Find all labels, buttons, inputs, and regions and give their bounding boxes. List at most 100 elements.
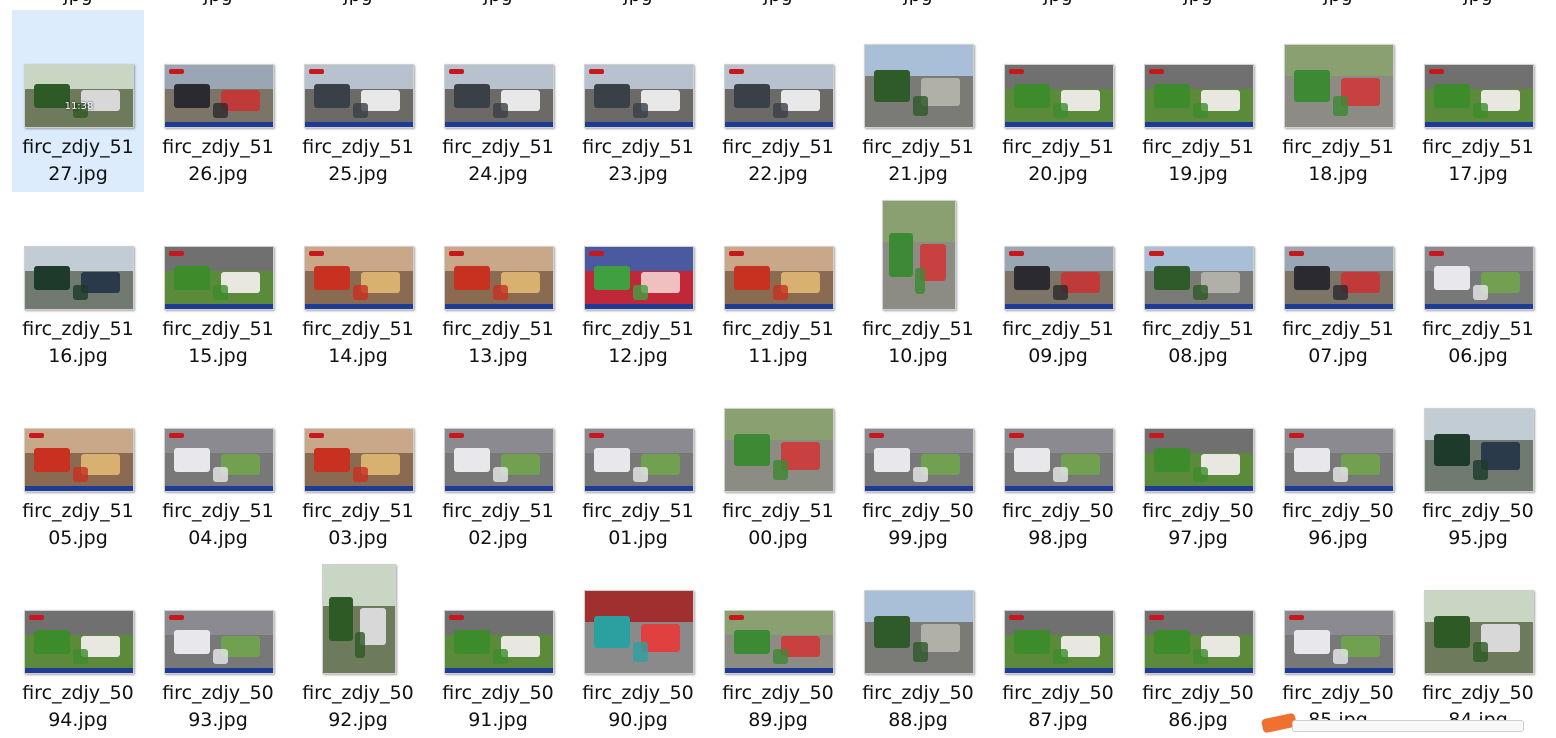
file-name-line1: firc_zdjy_51 — [162, 500, 274, 522]
file-name-line2: 01.jpg — [608, 527, 668, 549]
file-item[interactable]: firc_zdjy_5084.jpg — [1412, 556, 1544, 738]
image-thumbnail — [444, 64, 554, 128]
file-name-line2: 16.jpg — [48, 345, 108, 367]
file-item[interactable]: firc_zdjy_50 95.jpg — [1412, 374, 1544, 556]
file-item[interactable]: firc_zdjy_50 89.jpg — [712, 556, 844, 738]
file-item[interactable]: firc_zdjy_51 08.jpg — [1132, 192, 1264, 374]
thumbnail-box — [12, 556, 144, 680]
file-name-label: firc_zdjy_51 17.jpg — [1412, 134, 1544, 188]
file-name-label: firc_zdjy_51 27.jpg — [12, 134, 144, 188]
thumbnail-box — [292, 556, 424, 680]
file-item[interactable]: firc_zdjy_50 99.jpg — [852, 374, 984, 556]
file-item[interactable]: firc_zdjy_51 04.jpg — [152, 374, 284, 556]
file-name-label: firc_zdjy_51 11.jpg — [712, 316, 844, 370]
thumbnail-box — [152, 374, 284, 498]
file-item[interactable]: firc_zdjy_51 24.jpg — [432, 10, 564, 192]
file-item[interactable]: firc_zdjy_50 91.jpg — [432, 556, 564, 738]
thumbnail-box — [12, 192, 144, 316]
file-name-line1: firc_zdjy_51 — [302, 500, 414, 522]
file-item[interactable]: firc_zdjy_51 07.jpg — [1272, 192, 1404, 374]
prev-row-label: jpg — [572, 0, 704, 6]
prev-row-label: jpg — [432, 0, 564, 6]
image-thumbnail — [304, 428, 414, 492]
file-name-line1: firc_zdjy_51 — [442, 318, 554, 340]
file-name-line2: 20.jpg — [1028, 163, 1088, 185]
file-name-line2: 93.jpg — [188, 709, 248, 731]
image-thumbnail — [584, 428, 694, 492]
thumbnail-box — [1132, 192, 1264, 316]
file-name-line2: 08.jpg — [1168, 345, 1228, 367]
file-name-line1: firc_zdjy_50 — [722, 682, 834, 704]
file-item[interactable]: firc_zdjy_50 88.jpg — [852, 556, 984, 738]
file-item[interactable]: firc_zdjy_51 20.jpg — [992, 10, 1124, 192]
thumbnail-box — [992, 192, 1124, 316]
file-item[interactable]: firc_zdjy_50 93.jpg — [152, 556, 284, 738]
file-item[interactable]: firc_zdjy_51 00.jpg — [712, 374, 844, 556]
file-name-line1: firc_zdjy_51 — [162, 136, 274, 158]
file-name-line2: 09.jpg — [1028, 345, 1088, 367]
file-name-label: firc_zdjy_51 03.jpg — [292, 498, 424, 552]
file-item[interactable]: firc_zdjy_51 14.jpg — [292, 192, 424, 374]
file-item[interactable]: firc_zdjy_50 97.jpg — [1132, 374, 1264, 556]
file-item[interactable]: firc_zdjy_51 19.jpg — [1132, 10, 1264, 192]
file-name-line1: firc_zdjy_50 — [1002, 682, 1114, 704]
file-name-label: firc_zdjy_51 00.jpg — [712, 498, 844, 552]
thumbnail-box — [432, 374, 564, 498]
file-item[interactable]: firc_zdjy_51 02.jpg — [432, 374, 564, 556]
thumbnail-box — [572, 10, 704, 134]
file-item[interactable]: firc_zdjy_5085.jpg — [1272, 556, 1404, 738]
file-name-line2: 03.jpg — [328, 527, 388, 549]
file-name-line2: 10.jpg — [888, 345, 948, 367]
image-thumbnail — [322, 564, 396, 674]
thumbnail-box — [1132, 374, 1264, 498]
file-name-line2: 18.jpg — [1308, 163, 1368, 185]
thumbnail-box — [432, 10, 564, 134]
file-item[interactable]: firc_zdjy_51 22.jpg — [712, 10, 844, 192]
file-item[interactable]: firc_zdjy_51 13.jpg — [432, 192, 564, 374]
file-item[interactable]: firc_zdjy_51 26.jpg — [152, 10, 284, 192]
file-name-line2: 24.jpg — [468, 163, 528, 185]
file-item[interactable]: firc_zdjy_50 94.jpg — [12, 556, 144, 738]
thumbnail-box — [1132, 10, 1264, 134]
file-item[interactable]: firc_zdjy_50 86.jpg — [1132, 556, 1264, 738]
file-item[interactable]: firc_zdjy_50 90.jpg — [572, 556, 704, 738]
image-thumbnail — [1424, 590, 1534, 674]
file-item[interactable]: firc_zdjy_51 17.jpg — [1412, 10, 1544, 192]
thumbnail-box — [992, 10, 1124, 134]
file-item[interactable]: firc_zdjy_51 09.jpg — [992, 192, 1124, 374]
file-item[interactable]: firc_zdjy_51 03.jpg — [292, 374, 424, 556]
file-name-line1: firc_zdjy_51 — [1002, 136, 1114, 158]
file-item[interactable]: firc_zdjy_51 23.jpg — [572, 10, 704, 192]
file-name-line2: 99.jpg — [888, 527, 948, 549]
file-item[interactable]: firc_zdjy_51 10.jpg — [852, 192, 984, 374]
file-item[interactable]: firc_zdjy_51 01.jpg — [572, 374, 704, 556]
file-name-label: firc_zdjy_51 01.jpg — [572, 498, 704, 552]
file-item[interactable]: firc_zdjy_51 05.jpg — [12, 374, 144, 556]
file-item[interactable]: firc_zdjy_50 96.jpg — [1272, 374, 1404, 556]
file-name-line2: 11.jpg — [748, 345, 808, 367]
file-name-label: firc_zdjy_51 22.jpg — [712, 134, 844, 188]
file-name-line1: firc_zdjy_51 — [1422, 136, 1534, 158]
file-item[interactable]: firc_zdjy_51 06.jpg — [1412, 192, 1544, 374]
file-item[interactable]: firc_zdjy_51 16.jpg — [12, 192, 144, 374]
image-thumbnail — [1424, 408, 1534, 492]
file-name-line2: 27.jpg — [48, 163, 108, 185]
file-name-label: firc_zdjy_50 95.jpg — [1412, 498, 1544, 552]
file-name-line2: 26.jpg — [188, 163, 248, 185]
file-item[interactable]: firc_zdjy_51 11.jpg — [712, 192, 844, 374]
file-item[interactable]: firc_zdjy_50 98.jpg — [992, 374, 1124, 556]
file-item[interactable]: firc_zdjy_51 15.jpg — [152, 192, 284, 374]
thumbnail-box — [432, 556, 564, 680]
file-name-label: firc_zdjy_50 98.jpg — [992, 498, 1124, 552]
file-item[interactable]: firc_zdjy_50 92.jpg — [292, 556, 424, 738]
file-item[interactable]: firc_zdjy_50 87.jpg — [992, 556, 1124, 738]
file-item[interactable]: firc_zdjy_51 18.jpg — [1272, 10, 1404, 192]
thumbnail-box — [12, 374, 144, 498]
file-item[interactable]: 11:38 firc_zdjy_51 27.jpg — [12, 10, 144, 192]
file-item[interactable]: firc_zdjy_51 25.jpg — [292, 10, 424, 192]
file-name-line2: 04.jpg — [188, 527, 248, 549]
file-item[interactable]: firc_zdjy_51 21.jpg — [852, 10, 984, 192]
file-item[interactable]: firc_zdjy_51 12.jpg — [572, 192, 704, 374]
thumbnail-box — [852, 374, 984, 498]
image-thumbnail — [724, 408, 834, 492]
